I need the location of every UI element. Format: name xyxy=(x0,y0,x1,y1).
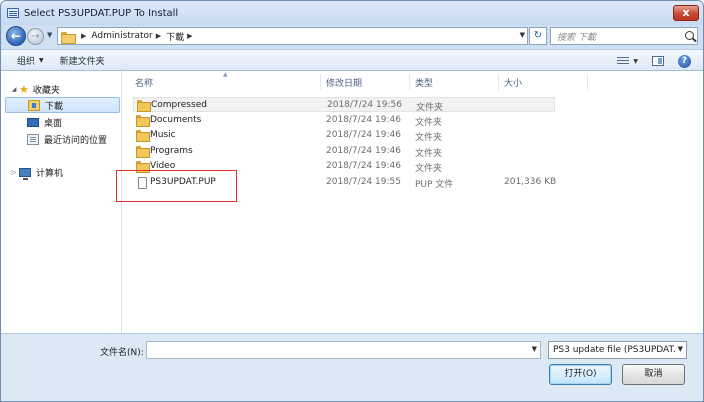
file-date: 2018/7/24 19:56 xyxy=(327,100,402,110)
file-date: 2018/7/24 19:46 xyxy=(326,130,401,140)
column-header-date[interactable]: 修改日期 xyxy=(326,76,362,89)
folder-icon xyxy=(137,100,151,112)
sidebar-item-label: 收藏夹 xyxy=(32,85,60,96)
column-divider[interactable] xyxy=(320,74,321,90)
file-size: 201,336 KB xyxy=(504,177,557,187)
file-date: 2018/7/24 19:55 xyxy=(326,177,401,187)
new-folder-button[interactable]: 新建文件夹 xyxy=(60,54,105,67)
search-input[interactable]: 搜索 下載 xyxy=(550,27,698,45)
file-type: 文件夹 xyxy=(416,103,444,113)
breadcrumb-arrow-icon[interactable]: ▶ xyxy=(187,32,192,40)
column-header-size[interactable]: 大小 xyxy=(504,76,522,89)
address-dropdown-icon[interactable]: ▼ xyxy=(520,31,525,39)
address-bar[interactable]: ▶ Administrator ▶ 下載 ▶ ▼ xyxy=(57,27,528,45)
file-name: Documents xyxy=(150,115,202,125)
file-row[interactable]: Music 2018/7/24 19:46 文件夹 xyxy=(133,128,555,143)
file-name: Music xyxy=(150,130,176,140)
file-row[interactable]: Programs 2018/7/24 19:46 文件夹 xyxy=(133,144,555,159)
sidebar-item-favorites[interactable]: ◢ ★ 收藏夹 xyxy=(9,81,60,97)
window-icon xyxy=(7,8,19,18)
file-date: 2018/7/24 19:46 xyxy=(326,115,401,125)
command-bar: 组织 ▼ 新建文件夹 ▼ ? xyxy=(1,49,703,71)
file-type: 文件夹 xyxy=(415,149,443,159)
file-date: 2018/7/24 19:46 xyxy=(326,146,401,156)
folder-icon xyxy=(136,115,150,127)
column-divider[interactable] xyxy=(587,74,588,90)
column-divider[interactable] xyxy=(409,74,410,90)
new-folder-label: 新建文件夹 xyxy=(59,56,105,67)
desktop-icon xyxy=(27,117,39,127)
breadcrumb-downloads[interactable]: 下載 xyxy=(166,30,184,43)
file-type-value: PS3 update file (PS3UPDAT. xyxy=(553,345,676,355)
file-date: 2018/7/24 19:46 xyxy=(326,161,401,171)
forward-button[interactable]: → xyxy=(27,28,44,45)
file-name: Compressed xyxy=(151,100,207,110)
preview-pane-icon[interactable] xyxy=(652,56,664,66)
folder-icon xyxy=(136,130,150,142)
close-button[interactable]: x xyxy=(673,5,699,21)
search-placeholder: 搜索 下載 xyxy=(557,32,596,43)
sidebar-item-desktop[interactable]: 桌面 xyxy=(27,114,62,130)
recent-places-icon xyxy=(27,133,39,145)
recent-pages-dropdown[interactable]: ▼ xyxy=(47,31,52,39)
file-type: 文件夹 xyxy=(415,118,443,128)
folder-icon xyxy=(61,31,76,44)
sidebar-item-label: 下載 xyxy=(45,101,64,112)
breadcrumb-arrow-icon[interactable]: ▶ xyxy=(81,32,86,40)
collapse-icon[interactable]: ◢ xyxy=(9,86,19,93)
file-row[interactable]: Compressed 2018/7/24 19:56 文件夹 xyxy=(133,97,555,113)
organize-button[interactable]: 组织 ▼ xyxy=(17,54,44,67)
sort-arrow-icon: ▲ xyxy=(223,71,228,78)
search-icon[interactable] xyxy=(685,31,694,40)
address-row: ← → ▼ ▶ Administrator ▶ 下載 ▶ ▼ ↻ 搜索 下載 xyxy=(1,25,703,47)
navigation-pane[interactable]: ◢ ★ 收藏夹 下載 桌面 最近访问的位置 ▷ 计算机 xyxy=(1,71,122,333)
chevron-down-icon: ▼ xyxy=(39,56,44,64)
file-type: 文件夹 xyxy=(415,164,443,174)
open-button[interactable]: 打开(O) xyxy=(549,364,612,385)
refresh-button[interactable]: ↻ xyxy=(529,27,547,45)
annotation-highlight-box xyxy=(116,170,237,202)
sidebar-item-label: 桌面 xyxy=(44,118,63,129)
dialog-footer: 文件名(N): ▼ PS3 update file (PS3UPDAT. ▼ 打… xyxy=(1,333,703,401)
file-type-select[interactable]: PS3 update file (PS3UPDAT. ▼ xyxy=(548,341,687,359)
organize-label: 组织 xyxy=(17,56,36,67)
file-row[interactable]: Documents 2018/7/24 19:46 文件夹 xyxy=(133,113,555,128)
file-open-dialog: Select PS3UPDAT.PUP To Install x ← → ▼ ▶… xyxy=(0,0,704,402)
sidebar-item-computer[interactable]: ▷ 计算机 xyxy=(9,164,63,180)
expand-icon[interactable]: ▷ xyxy=(9,169,19,176)
chevron-down-icon[interactable]: ▼ xyxy=(678,345,683,353)
chevron-down-icon[interactable]: ▼ xyxy=(532,345,537,353)
help-icon[interactable]: ? xyxy=(678,54,691,68)
column-divider[interactable] xyxy=(498,74,499,90)
file-type: PUP 文件 xyxy=(415,180,454,190)
computer-icon xyxy=(19,167,31,180)
filename-label: 文件名(N): xyxy=(100,348,144,358)
column-header-name[interactable]: 名称 xyxy=(135,76,153,89)
breadcrumb-administrator[interactable]: Administrator xyxy=(91,31,152,41)
sidebar-item-label: 计算机 xyxy=(36,168,64,179)
cancel-button[interactable]: 取消 xyxy=(622,364,685,385)
title-bar: Select PS3UPDAT.PUP To Install x xyxy=(1,1,703,25)
breadcrumb-arrow-icon[interactable]: ▶ xyxy=(156,32,161,40)
downloads-folder-icon xyxy=(28,99,40,111)
file-list[interactable]: 名称 ▲ 修改日期 类型 大小 Compressed 2018/7/24 19:… xyxy=(123,71,703,333)
view-options-icon[interactable] xyxy=(617,56,630,66)
chevron-down-icon[interactable]: ▼ xyxy=(633,58,638,65)
main-area: ◢ ★ 收藏夹 下載 桌面 最近访问的位置 ▷ 计算机 名称 ▲ 修改日期 类型… xyxy=(1,71,703,333)
sidebar-item-label: 最近访问的位置 xyxy=(44,135,108,146)
sidebar-item-recent[interactable]: 最近访问的位置 xyxy=(27,131,107,147)
back-button[interactable]: ← xyxy=(6,26,26,46)
folder-icon xyxy=(136,146,150,158)
column-header-type[interactable]: 类型 xyxy=(415,76,433,89)
window-title: Select PS3UPDAT.PUP To Install xyxy=(24,7,179,19)
file-type: 文件夹 xyxy=(415,133,443,143)
column-header-row: 名称 ▲ 修改日期 类型 大小 xyxy=(123,71,703,90)
filename-input[interactable]: ▼ xyxy=(146,341,541,359)
sidebar-item-downloads[interactable]: 下載 xyxy=(5,97,120,113)
file-name: Programs xyxy=(150,146,193,156)
star-icon: ★ xyxy=(19,82,29,96)
